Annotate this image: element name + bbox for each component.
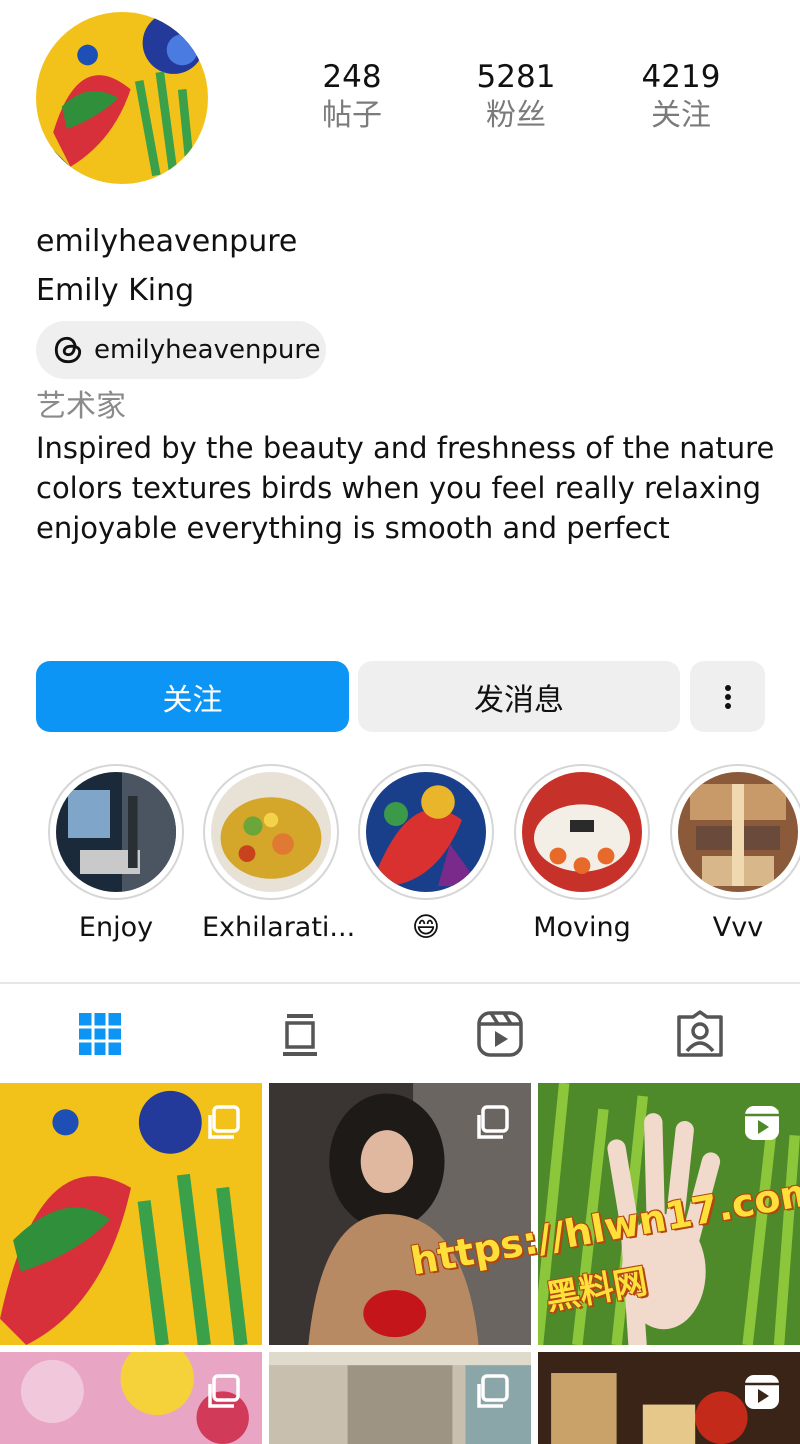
followers-label: 粉丝 [486, 98, 546, 133]
carousel-icon [208, 1105, 240, 1139]
highlight-label: Exhilarati... [202, 912, 356, 943]
highlight-vvv[interactable]: Vvv [669, 764, 800, 946]
tab-feed[interactable] [200, 1004, 400, 1064]
highlight-cover [203, 764, 339, 900]
threads-icon [54, 336, 82, 364]
following-stat[interactable]: 4219 关注 [601, 58, 761, 136]
posts-label: 帖子 [322, 98, 382, 133]
feed-icon [283, 1014, 317, 1056]
tab-grid[interactable] [0, 1004, 200, 1064]
followers-count: 5281 [476, 59, 556, 95]
post-tile[interactable] [538, 1352, 800, 1444]
posts-count: 248 [322, 59, 382, 95]
post-tile[interactable] [269, 1352, 531, 1444]
highlight-label: Moving [533, 912, 631, 943]
tab-tagged[interactable] [600, 1004, 800, 1064]
post-tile[interactable] [0, 1352, 262, 1444]
threads-handle: emilyheavenpure [94, 335, 321, 365]
section-divider [0, 982, 800, 984]
grid-icon [79, 1013, 121, 1055]
profile-category: 艺术家 [36, 389, 126, 424]
tagged-icon [677, 1010, 723, 1057]
carousel-icon [208, 1374, 240, 1408]
highlight-moving[interactable]: Moving [513, 764, 651, 946]
highlight-cover [48, 764, 184, 900]
follow-button[interactable]: 关注 [36, 661, 349, 732]
highlight-cover [358, 764, 494, 900]
reels-icon [477, 1011, 523, 1057]
followers-stat[interactable]: 5281 粉丝 [436, 58, 596, 136]
profile-full-name: Emily King [36, 273, 195, 308]
threads-link[interactable]: emilyheavenpure [36, 321, 326, 379]
tab-reels[interactable] [400, 1004, 600, 1064]
profile-username: emilyheavenpure [36, 224, 298, 259]
highlight-enjoy[interactable]: Enjoy [47, 764, 185, 946]
carousel-icon [477, 1105, 509, 1139]
more-vertical-icon [724, 684, 731, 709]
highlight-label: 😄 [411, 912, 441, 943]
more-options-button[interactable] [690, 661, 765, 732]
message-button[interactable]: 发消息 [358, 661, 680, 732]
highlight-cover [514, 764, 650, 900]
profile-bio: Inspired by the beauty and freshness of … [36, 431, 775, 545]
highlight-cover [670, 764, 800, 900]
highlight-smile[interactable]: 😄 [357, 764, 495, 946]
following-count: 4219 [641, 59, 721, 95]
profile-avatar[interactable] [36, 12, 208, 184]
highlight-label: Enjoy [78, 912, 154, 943]
reel-icon [745, 1106, 779, 1140]
carousel-icon [477, 1374, 509, 1408]
highlight-exhilarating[interactable]: Exhilarati... [202, 764, 356, 946]
post-tile[interactable] [269, 1083, 531, 1345]
post-tile[interactable] [0, 1083, 262, 1345]
following-label: 关注 [651, 98, 711, 133]
highlight-label: Vvv [712, 912, 764, 943]
posts-stat[interactable]: 248 帖子 [272, 58, 432, 136]
reel-icon [745, 1375, 779, 1409]
